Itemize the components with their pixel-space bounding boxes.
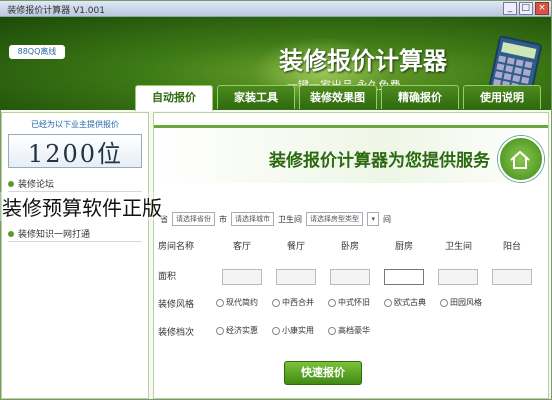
- radio-icon: [440, 298, 448, 307]
- grade-option[interactable]: 高档豪华: [328, 325, 370, 336]
- tab-bar: 使用说明 精确报价 装修效果图 家装工具 自动报价: [135, 85, 541, 111]
- style-option[interactable]: 田园风格: [440, 297, 482, 308]
- stats-panel: 已经为以下业主提供报价 1200位 装修论坛 装修知识一网打通: [1, 112, 149, 399]
- style-option[interactable]: 中西合并: [272, 297, 314, 308]
- close-button[interactable]: ×: [535, 2, 549, 15]
- city-select[interactable]: 请选择城市: [231, 212, 274, 226]
- area-input[interactable]: [276, 269, 316, 285]
- quick-quote-label: 快速报价: [301, 366, 345, 379]
- bullet-icon: [8, 230, 14, 237]
- knowledge-link-label: 装修知识一网打通: [18, 230, 91, 240]
- tab-tools[interactable]: 家装工具: [217, 85, 295, 109]
- bathroom-select[interactable]: 请选择房型类型: [306, 212, 363, 226]
- hero-headline: 装修报价计算器为您提供服务: [269, 151, 490, 171]
- radio-icon: [384, 298, 392, 307]
- radio-icon: [328, 326, 336, 335]
- tab-instructions[interactable]: 使用说明: [463, 85, 541, 109]
- window-title: 装修报价计算器 V1.001: [7, 6, 105, 16]
- bathroom-label: 卫生间: [278, 214, 302, 224]
- stats-note: 已经为以下业主提供报价: [31, 120, 119, 129]
- grade-row: 装修档次 经济实惠 小康实用 高档豪华: [154, 325, 548, 345]
- maximize-button[interactable]: □: [519, 2, 533, 15]
- room-col: 卧房: [341, 242, 360, 252]
- hero-banner: 装修报价计算器为您提供服务: [154, 125, 548, 183]
- minimize-button[interactable]: _: [503, 2, 517, 15]
- bullet-icon: [8, 180, 14, 187]
- tab-label: 自动报价: [152, 91, 196, 104]
- quote-form-panel: 装修报价计算器为您提供服务 间 ▾ 请选择房型类型 卫生间 请选择城市 市 请选…: [153, 112, 549, 399]
- style-row: 装修风格 现代简约 中西合并 中式怀旧 欧式古典 田园风格: [154, 297, 548, 317]
- tab-precise-quote[interactable]: 精确报价: [381, 85, 459, 109]
- home-hand-icon: [498, 136, 544, 182]
- area-input[interactable]: [384, 269, 424, 285]
- user-counter: 1200位: [8, 134, 142, 168]
- radio-icon: [328, 298, 336, 307]
- window-controls: × □ _: [503, 2, 549, 15]
- tab-auto-quote[interactable]: 自动报价: [135, 85, 213, 111]
- style-row-label: 装修风格: [158, 300, 195, 310]
- style-option[interactable]: 现代简约: [216, 297, 258, 308]
- room-col: 阳台: [503, 242, 522, 252]
- room-row-label: 房间名称: [158, 242, 195, 252]
- banner-title: 装修报价计算器: [279, 46, 447, 75]
- style-option[interactable]: 中式怀旧: [328, 297, 370, 308]
- tab-label: 使用说明: [480, 91, 524, 104]
- counter-value: 1200位: [27, 139, 123, 168]
- radio-icon: [216, 298, 224, 307]
- area-row-label: 面积: [158, 272, 177, 282]
- grade-option[interactable]: 小康实用: [272, 325, 314, 336]
- grade-option[interactable]: 经济实惠: [216, 325, 258, 336]
- count-select[interactable]: ▾: [367, 212, 379, 226]
- area-input[interactable]: [222, 269, 262, 285]
- area-input[interactable]: [330, 269, 370, 285]
- city-label: 市: [219, 214, 227, 224]
- radio-icon: [272, 298, 280, 307]
- knowledge-link[interactable]: 装修知识一网打通: [8, 226, 142, 242]
- room-col: 卫生间: [444, 242, 472, 252]
- tab-label: 精确报价: [398, 91, 442, 104]
- grade-row-label: 装修档次: [158, 328, 195, 338]
- style-option[interactable]: 欧式古典: [384, 297, 426, 308]
- brand-logo[interactable]: 88QQ离线: [9, 45, 65, 59]
- overlay-caption: 装修预算软件正版: [0, 192, 164, 221]
- room-col: 客厅: [233, 242, 252, 252]
- room-col: 餐厅: [287, 242, 306, 252]
- tab-label: 家装工具: [234, 91, 278, 104]
- room-col: 厨房: [395, 242, 414, 252]
- filter-row: 间 ▾ 请选择房型类型 卫生间 请选择城市 市 请选择省份 省: [154, 209, 548, 229]
- area-row: 面积: [154, 269, 548, 289]
- area-input[interactable]: [492, 269, 532, 285]
- title-bar: 装修报价计算器 V1.001 × □ _: [0, 1, 551, 17]
- province-select[interactable]: 请选择省份: [172, 212, 215, 226]
- radio-icon: [216, 326, 224, 335]
- forum-link[interactable]: 装修论坛: [8, 176, 142, 192]
- radio-icon: [272, 326, 280, 335]
- tab-renderings[interactable]: 装修效果图: [299, 85, 377, 109]
- tab-label: 装修效果图: [310, 91, 366, 104]
- room-row: 房间名称 客厅 餐厅 卧房 厨房 卫生间 阳台: [154, 239, 548, 259]
- quick-quote-button[interactable]: 快速报价: [284, 361, 362, 385]
- count-label: 间: [382, 214, 391, 224]
- forum-link-label: 装修论坛: [18, 180, 55, 190]
- area-input[interactable]: [438, 269, 478, 285]
